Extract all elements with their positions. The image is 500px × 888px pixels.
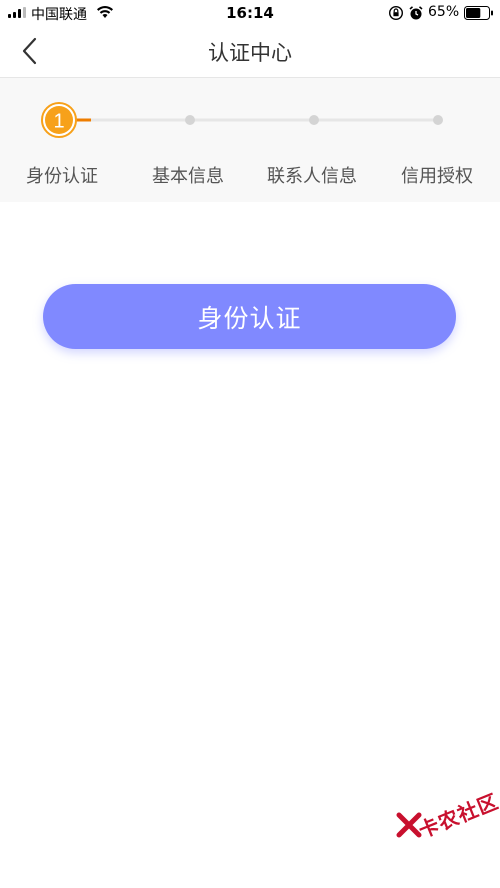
step-dot-3 (309, 115, 319, 125)
step-label-basic-info: 基本信息 (152, 166, 224, 187)
watermark: 卡农社区 (396, 789, 500, 850)
nav-bar: 认证中心 (0, 26, 500, 78)
step-1-number: 1 (53, 111, 64, 133)
status-bar: 中国联通 16:14 65% (0, 0, 500, 26)
page-title: 认证中心 (208, 41, 292, 65)
step-dot-4 (433, 115, 443, 125)
step-indicator: 1 (41, 102, 443, 138)
identity-verify-button[interactable]: 身份认证 (43, 284, 456, 349)
battery-icon (464, 6, 493, 20)
orientation-lock-icon (388, 5, 404, 21)
alarm-icon (409, 6, 423, 20)
watermark-text: 卡农社区 (415, 789, 500, 843)
battery-percent: 65% (428, 4, 460, 20)
step-dot-2 (185, 115, 195, 125)
step-label-credit-auth: 信用授权 (401, 166, 473, 187)
status-time: 16:14 (226, 4, 274, 22)
step-progress: 1 身份认证 基本信息 联系人信息 信用授权 (0, 78, 500, 202)
step-label-contacts: 联系人信息 (267, 166, 357, 187)
step-label-identity: 身份认证 (26, 166, 98, 187)
